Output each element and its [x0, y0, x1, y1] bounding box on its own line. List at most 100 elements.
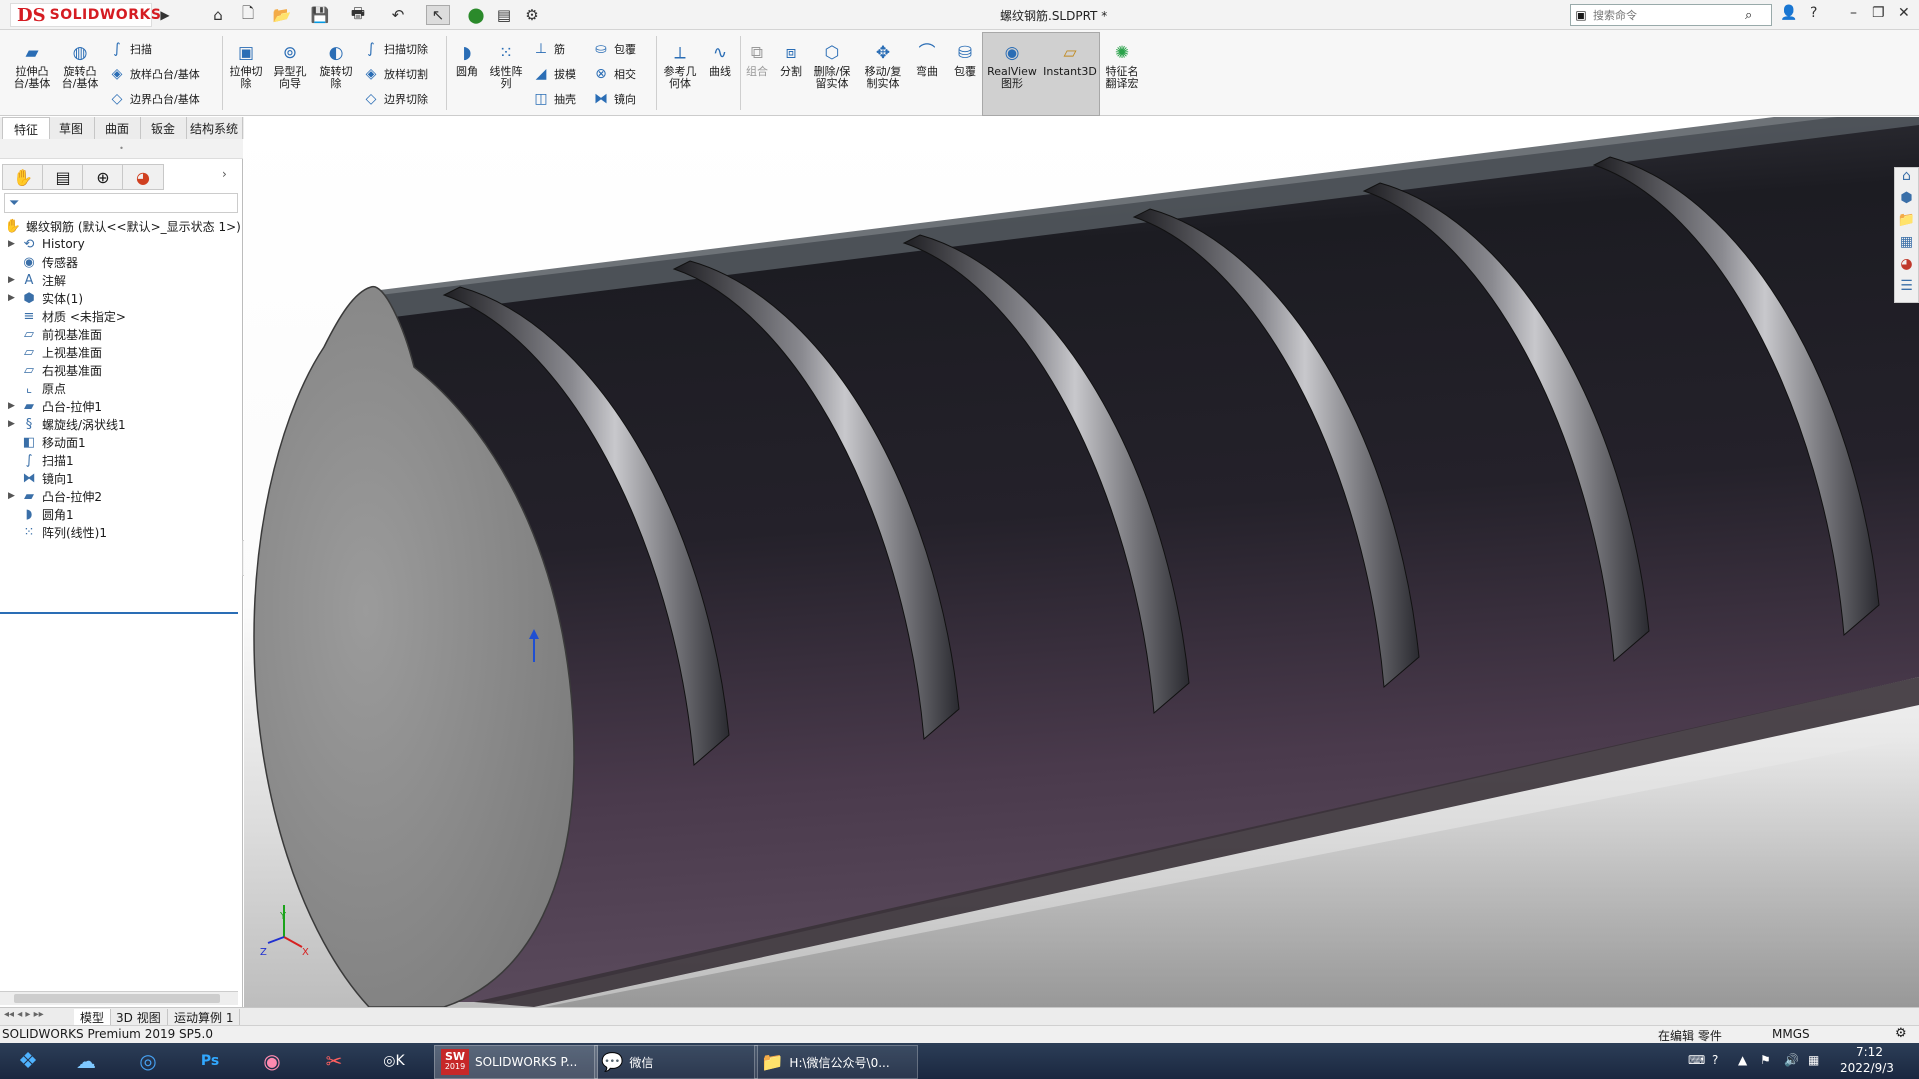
combine-button[interactable]: ⧉ 组合 [742, 42, 772, 78]
tree-item[interactable]: ⁙ 阵列(线性)1 [8, 522, 107, 542]
tab-2[interactable]: 曲面 [94, 117, 141, 139]
tab-3[interactable]: 钣金 [140, 117, 187, 139]
panel-more-icon[interactable]: › [222, 167, 227, 181]
start-button-icon[interactable]: ❖ [8, 1046, 48, 1076]
tree-item[interactable]: ▱ 上视基准面 [8, 342, 102, 362]
mirror-button[interactable]: ⧓ 镜向 [592, 90, 636, 108]
panel-grip[interactable]: • [0, 139, 243, 159]
tree-item[interactable]: ⌞ 原点 [8, 378, 66, 398]
rib-button[interactable]: ⊥ 筋 [532, 40, 565, 58]
display-manager-tab-icon[interactable]: ◕ [122, 164, 164, 190]
tree-item[interactable]: ∫ 扫描1 [8, 450, 74, 470]
help-icon[interactable]: ? [1810, 5, 1817, 21]
search-commands-box[interactable]: ▣ ⌕ [1570, 4, 1772, 26]
rollback-bar[interactable] [0, 612, 238, 614]
tray-time[interactable]: 7:12 [1856, 1045, 1883, 1059]
delete-keep-body-button[interactable]: ⬡ 删除/保 留实体 [810, 42, 854, 90]
unit-system[interactable]: MMGS [1772, 1027, 1810, 1041]
curves-button[interactable]: ∿ 曲线 [702, 42, 738, 78]
custom-properties-icon[interactable]: ☰ [1895, 278, 1918, 300]
realview-button[interactable]: ◉ RealView 图形 [984, 42, 1040, 90]
save-icon[interactable]: 💾 [308, 5, 332, 25]
expand-arrow-icon[interactable]: ▶ [8, 491, 20, 501]
baidu-netdisk-icon[interactable]: ☁ [66, 1046, 106, 1076]
options-gear-icon[interactable]: ⚙ [520, 5, 544, 25]
bottom-tab-2[interactable]: 运动算例 1 [168, 1009, 241, 1025]
new-document-icon[interactable]: 🗋 [236, 4, 260, 25]
task-pane-home-icon[interactable]: ⌂ [1895, 168, 1918, 190]
tray-keyboard-icon[interactable]: ⌨ [1688, 1053, 1705, 1067]
tray-network-icon[interactable]: ▦ [1808, 1053, 1819, 1067]
shell-button[interactable]: ◫ 抽壳 [532, 90, 576, 108]
expand-arrow-icon[interactable]: ▶ [8, 239, 20, 249]
tree-horizontal-scrollbar[interactable] [0, 991, 238, 1005]
sweep-button[interactable]: ∫ 扫描 [108, 40, 152, 58]
appearances-icon[interactable]: ◕ [1895, 256, 1918, 278]
revolve-cut-button[interactable]: ◐ 旋转切 除 [316, 42, 356, 90]
close-icon[interactable]: ✕ [1898, 5, 1910, 21]
menu-expand-icon[interactable]: ▶ [158, 5, 172, 25]
configuration-manager-tab-icon[interactable]: ⊕ [82, 164, 124, 190]
tree-filter-box[interactable]: ⏷ [4, 193, 238, 213]
tab-nav-arrows-icon[interactable]: ◂◂ ◂ ▸ ▸▸ [4, 1009, 44, 1020]
move-copy-body-button[interactable]: ✥ 移动/复 制实体 [860, 42, 906, 90]
boundary-cut-button[interactable]: ◇ 边界切除 [362, 90, 428, 108]
lofted-cut-button[interactable]: ◈ 放样切割 [362, 65, 428, 83]
select-cursor-icon[interactable]: ↖ [426, 5, 450, 25]
swept-cut-button[interactable]: ∫ 扫描切除 [362, 40, 428, 58]
tree-item[interactable]: ◉ 传感器 [8, 252, 78, 272]
file-explorer-icon[interactable]: 📁 [1895, 212, 1918, 234]
extrude-boss-button[interactable]: ▰ 拉伸凸 台/基体 [10, 42, 54, 90]
fillet-button[interactable]: ◗ 圆角 [450, 42, 484, 78]
taskbar-app-wechat[interactable]: 💬 微信 [594, 1045, 758, 1079]
status-options-icon[interactable]: ⚙ [1895, 1026, 1907, 1041]
tree-item[interactable]: ▱ 前视基准面 [8, 324, 102, 344]
tray-help-icon[interactable]: ? [1712, 1053, 1718, 1067]
instant3d-button[interactable]: ▱ Instant3D [1042, 42, 1098, 78]
tab-1[interactable]: 草图 [48, 117, 95, 139]
expand-arrow-icon[interactable]: ▶ [8, 275, 20, 285]
search-scope-icon[interactable]: ▣ [1571, 8, 1591, 22]
expand-arrow-icon[interactable]: ▶ [8, 419, 20, 429]
expand-arrow-icon[interactable]: ▶ [8, 293, 20, 303]
wrap-button[interactable]: ⛀ 包覆 [592, 40, 636, 58]
tab-4[interactable]: 结构系统 [186, 117, 243, 139]
expand-arrow-icon[interactable]: ▶ [8, 401, 20, 411]
photoshop-icon[interactable]: Ps [190, 1046, 230, 1076]
edge-browser-icon[interactable]: ◎ [128, 1046, 168, 1076]
home-icon[interactable]: ⌂ [206, 5, 230, 25]
ev-recorder-icon[interactable]: ◎K [374, 1046, 414, 1076]
tree-item[interactable]: ▱ 右视基准面 [8, 360, 102, 380]
tray-date[interactable]: 2022/9/3 [1840, 1061, 1894, 1075]
linear-pattern-button[interactable]: ⁙ 线性阵 列 [486, 42, 526, 90]
revolve-boss-button[interactable]: ◍ 旋转凸 台/基体 [58, 42, 102, 90]
bottom-tab-1[interactable]: 3D 视图 [110, 1009, 168, 1025]
tree-item[interactable]: ▶ § 螺旋线/涡状线1 [8, 414, 126, 434]
tray-flag-icon[interactable]: ⚑ [1760, 1053, 1771, 1067]
solidworks-logo[interactable]: DS SOLIDWORKS [10, 3, 161, 27]
feature-translate-macro-button[interactable]: ✺ 特征名 翻译宏 [1100, 42, 1144, 90]
wrap-feature-button[interactable]: ⛁ 包覆 [948, 42, 982, 78]
undo-icon[interactable]: ↶ [386, 5, 410, 25]
tree-item[interactable]: ▶ ▰ 凸台-拉伸2 [8, 486, 102, 506]
print-icon[interactable]: 🖶 [346, 4, 370, 25]
taskbar-app-explorer[interactable]: 📁 H:\微信公众号\0... [754, 1045, 918, 1079]
split-button[interactable]: ⧈ 分割 [774, 42, 808, 78]
graphics-viewport[interactable]: Y X Z ⌂ ⬢ 📁 ▦ ◕ ☰ [244, 117, 1919, 1007]
feature-manager-tab-icon[interactable]: ✋ [2, 164, 44, 190]
minimize-icon[interactable]: – [1850, 5, 1857, 21]
search-icon[interactable]: ⌕ [1745, 8, 1752, 23]
tree-root-part[interactable]: ✋ 螺纹钢筋 (默认<<默认>_显示状态 1>) [4, 216, 241, 236]
open-icon[interactable]: 📂 [270, 5, 294, 25]
scrollbar-thumb[interactable] [14, 994, 220, 1003]
boundary-boss-button[interactable]: ◇ 边界凸台/基体 [108, 90, 200, 108]
extrude-cut-button[interactable]: ▣ 拉伸切 除 [226, 42, 266, 90]
capture-tool-icon[interactable]: ✂ [314, 1046, 354, 1076]
hole-wizard-button[interactable]: ⊚ 异型孔 向导 [270, 42, 310, 90]
tree-item[interactable]: ⧓ 镜向1 [8, 468, 74, 488]
intersect-button[interactable]: ⊗ 相交 [592, 65, 636, 83]
restore-icon[interactable]: ❐ [1872, 5, 1885, 21]
flex-button[interactable]: ⌒ 弯曲 [910, 42, 944, 78]
rebuild-icon[interactable]: ⬤ [466, 5, 486, 25]
tree-item[interactable]: ◗ 圆角1 [8, 504, 74, 524]
